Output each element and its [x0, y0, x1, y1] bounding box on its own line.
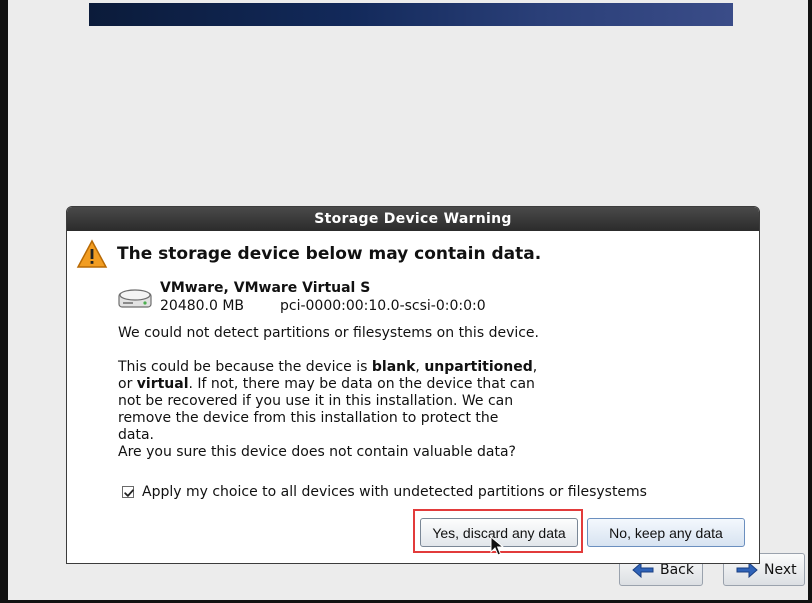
dialog-title: Storage Device Warning — [314, 211, 512, 227]
apply-to-all-label: Apply my choice to all devices with unde… — [142, 484, 647, 500]
comma-separator-1: , — [415, 359, 425, 375]
warning-text-paragraph-2: This could be because the device is blan… — [118, 359, 538, 444]
dialog-headline: The storage device below may contain dat… — [117, 244, 542, 264]
paragraph-2-line-2-prefix: or — [118, 376, 137, 392]
hard-drive-icon — [118, 287, 152, 309]
warning-triangle-icon — [76, 239, 108, 269]
warning-text-paragraph-1: We could not detect partitions or filesy… — [118, 325, 539, 341]
apply-to-all-checkbox[interactable] — [122, 486, 134, 498]
device-name: VMware, VMware Virtual S — [160, 280, 371, 296]
paragraph-2-line-1-prefix: This could be because the device is — [118, 359, 372, 375]
keyword-blank: blank — [371, 359, 416, 375]
storage-device-warning-dialog: Storage Device Warning The storage devic… — [66, 206, 760, 564]
installer-banner — [89, 3, 733, 26]
paragraph-2-line-4: remove the device from this installation… — [118, 410, 499, 443]
no-keep-data-button[interactable]: No, keep any data — [587, 518, 745, 547]
paragraph-2-line-1: This could be because the device is blan… — [118, 359, 538, 376]
keyword-virtual: virtual — [136, 376, 189, 392]
screen-right-edge — [808, 0, 812, 603]
next-button-label: Next — [764, 561, 797, 578]
installer-screen: Back Next Storage Device Warning The sto… — [0, 0, 812, 603]
screen-left-edge — [0, 0, 8, 603]
paragraph-2-line-2: or virtual. If not, there may be data on… — [118, 376, 538, 393]
paragraph-2-line-3: not be recovered if you use it in this i… — [118, 393, 514, 409]
device-size: 20480.0 MB — [160, 298, 245, 314]
dialog-titlebar: Storage Device Warning — [67, 207, 759, 231]
keyword-unpartitioned: unpartitioned — [424, 359, 533, 375]
paragraph-2-line-2-suffix: . If not, there may be data on the devic… — [188, 376, 535, 392]
device-path: pci-0000:00:10.0-scsi-0:0:0:0 — [280, 298, 486, 314]
comma-separator-2: , — [532, 359, 538, 375]
confirmation-question: Are you sure this device does not contai… — [118, 444, 516, 460]
mouse-pointer-icon — [490, 535, 505, 556]
apply-to-all-checkbox-row[interactable]: Apply my choice to all devices with unde… — [122, 484, 647, 500]
